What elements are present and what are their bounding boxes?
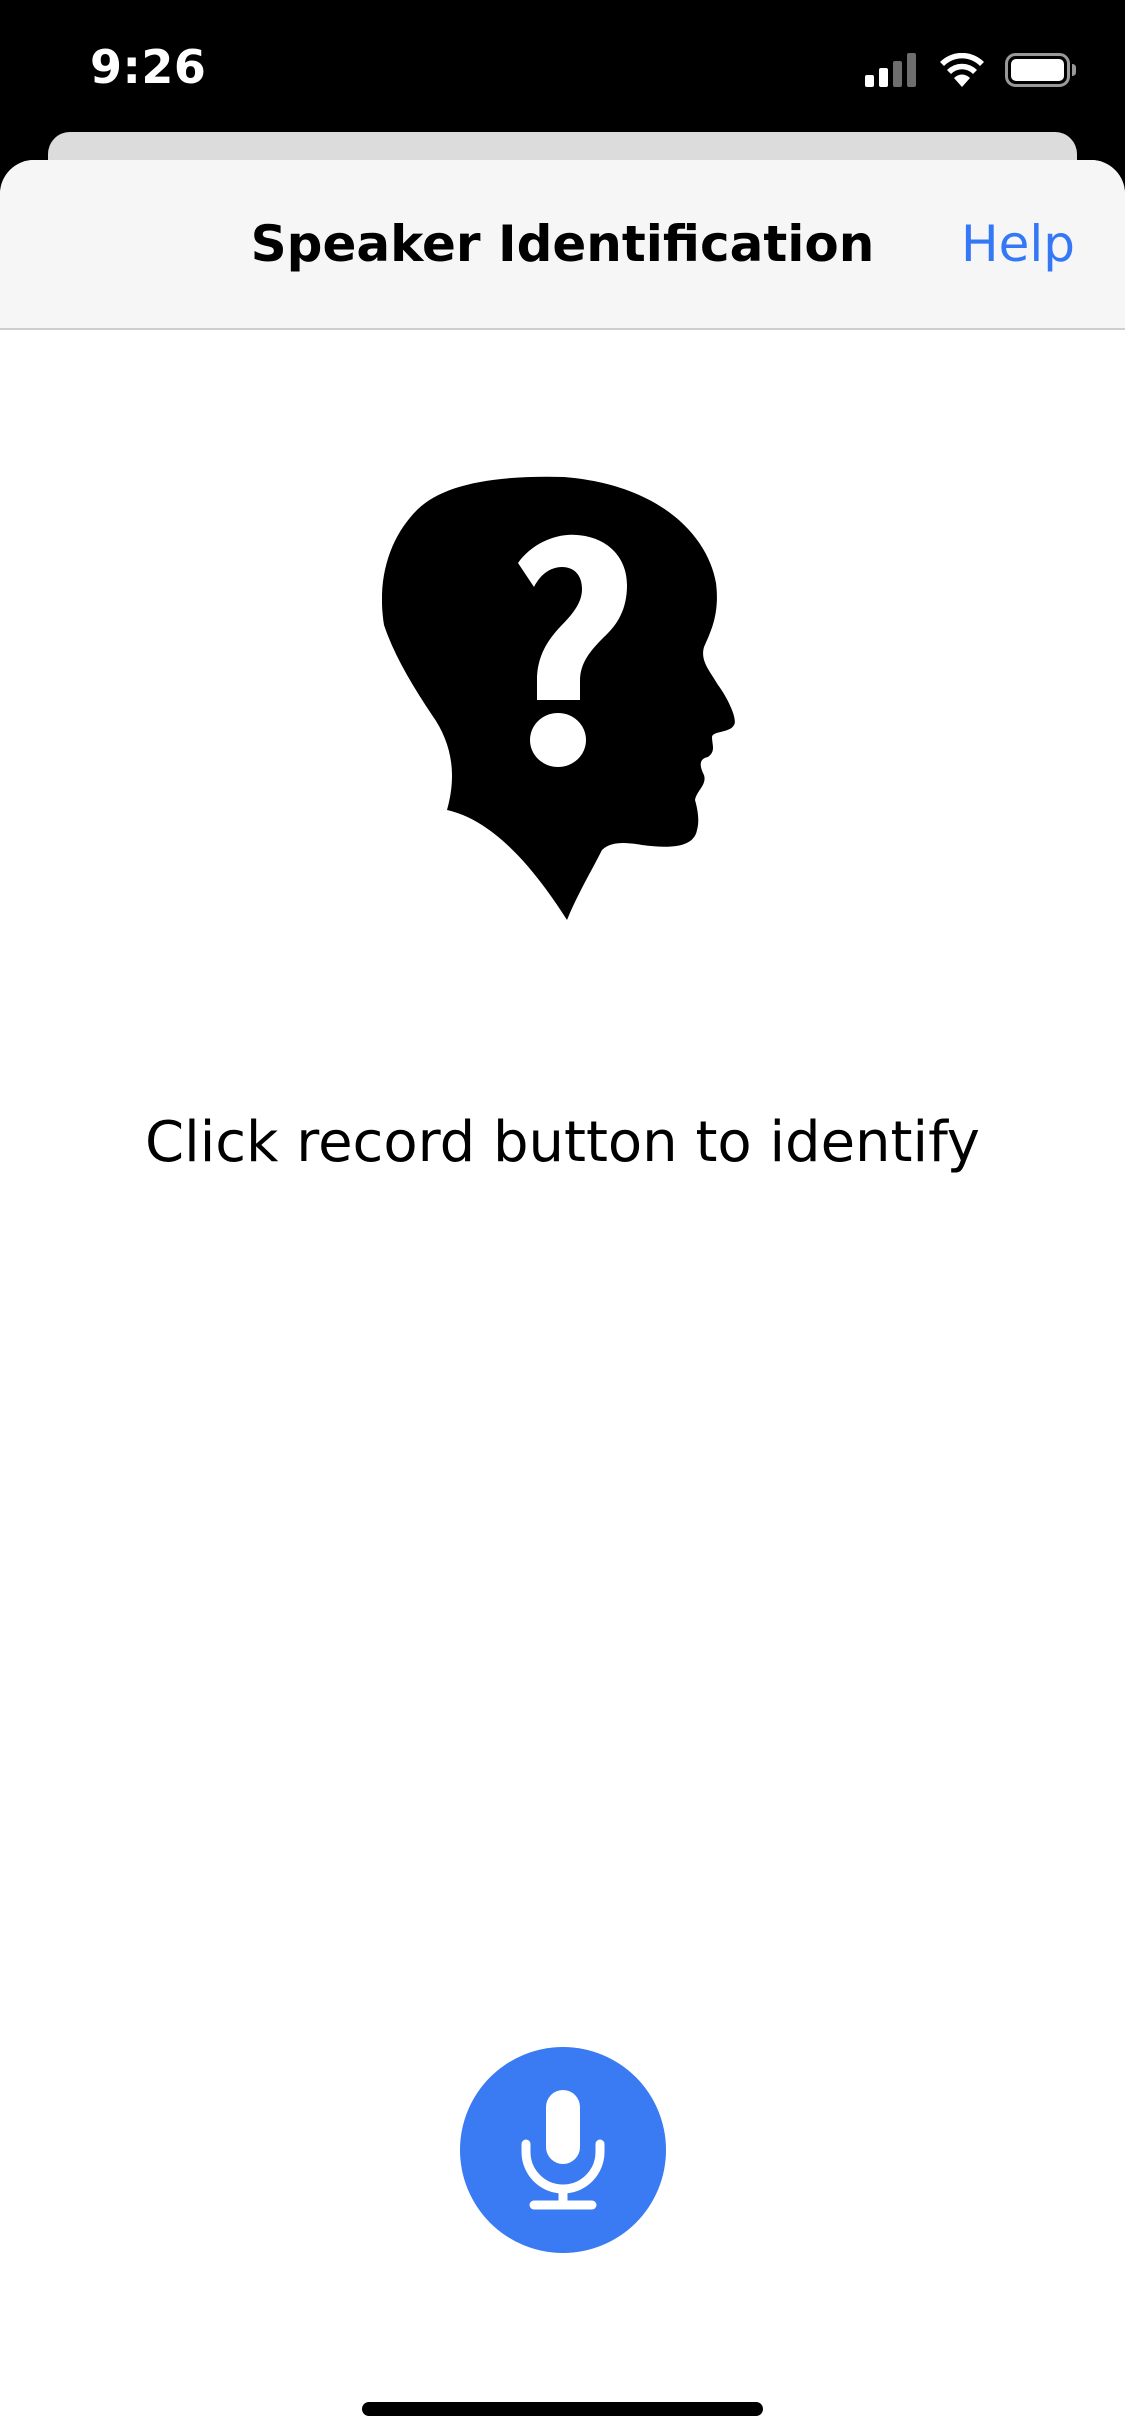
unknown-speaker-head-icon [382, 476, 735, 920]
status-time: 9:26 [90, 40, 207, 94]
page-title: Speaker Identification [250, 215, 875, 273]
battery-icon [1005, 53, 1076, 87]
record-button[interactable] [460, 2047, 666, 2253]
navigation-bar: Speaker Identification Help [0, 160, 1125, 330]
home-indicator[interactable] [362, 2402, 763, 2416]
app-screen: 9:26 Speaker Identification Help Click r… [0, 0, 1125, 2436]
status-bar: 9:26 [0, 0, 1125, 135]
cellular-signal-icon [865, 53, 916, 87]
status-icons [865, 50, 1077, 90]
microphone-icon [521, 2090, 605, 2210]
help-button[interactable]: Help [961, 215, 1075, 273]
speaker-identification-sheet: Speaker Identification Help Click record… [0, 160, 1125, 2436]
wifi-icon [940, 53, 984, 87]
identify-prompt: Click record button to identify [145, 1110, 980, 1175]
